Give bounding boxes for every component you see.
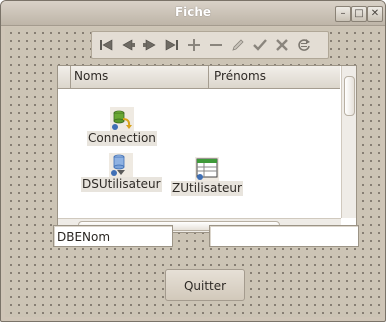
- title-bar[interactable]: Fiche – □ ✕: [1, 1, 385, 26]
- delete-record-icon[interactable]: [206, 34, 226, 56]
- grid-vertical-scrollbar[interactable]: [341, 66, 356, 218]
- connection-icon: [109, 107, 134, 131]
- column-header-noms[interactable]: Noms: [74, 69, 108, 83]
- column-header-prenoms[interactable]: Prénoms: [214, 69, 266, 83]
- vertical-scroll-thumb[interactable]: [344, 76, 355, 116]
- column-divider: [208, 66, 209, 88]
- datasource-label: DSUtilisateur: [81, 177, 162, 192]
- connection-component[interactable]: Connection: [87, 107, 157, 146]
- prenom-edit-field[interactable]: [209, 225, 359, 247]
- quit-button[interactable]: Quitter: [165, 269, 245, 301]
- last-record-icon[interactable]: [162, 34, 182, 56]
- datasource-component[interactable]: DSUtilisateur: [81, 153, 162, 192]
- maximize-icon[interactable]: □: [351, 6, 367, 22]
- minimize-icon[interactable]: –: [335, 6, 351, 22]
- datasource-icon: [109, 153, 134, 177]
- edit-record-icon[interactable]: [228, 34, 248, 56]
- query-label: ZUtilisateur: [171, 181, 243, 196]
- next-record-icon[interactable]: [140, 34, 160, 56]
- insert-record-icon[interactable]: [184, 34, 204, 56]
- window-title: Fiche: [174, 5, 212, 19]
- db-navigator: [91, 31, 329, 59]
- refresh-record-icon[interactable]: [294, 34, 314, 56]
- nom-edit-field[interactable]: DBENom: [53, 225, 173, 247]
- first-record-icon[interactable]: [96, 34, 116, 56]
- grid-header: Noms Prénoms: [58, 66, 340, 89]
- post-record-icon[interactable]: [250, 34, 270, 56]
- connection-label: Connection: [87, 131, 157, 146]
- prior-record-icon[interactable]: [118, 34, 138, 56]
- db-grid[interactable]: Noms Prénoms: [57, 65, 357, 233]
- cancel-record-icon[interactable]: [272, 34, 292, 56]
- grid-indicator-column: [58, 66, 71, 88]
- form-client-area: Noms Prénoms Connection DSUtilisateur ZU…: [5, 27, 381, 317]
- query-component[interactable]: ZUtilisateur: [171, 157, 243, 196]
- fiche-window: Fiche – □ ✕ Noms Prénoms Connection DSUt…: [0, 0, 386, 322]
- table-icon: [194, 157, 219, 181]
- close-icon[interactable]: ✕: [367, 6, 383, 22]
